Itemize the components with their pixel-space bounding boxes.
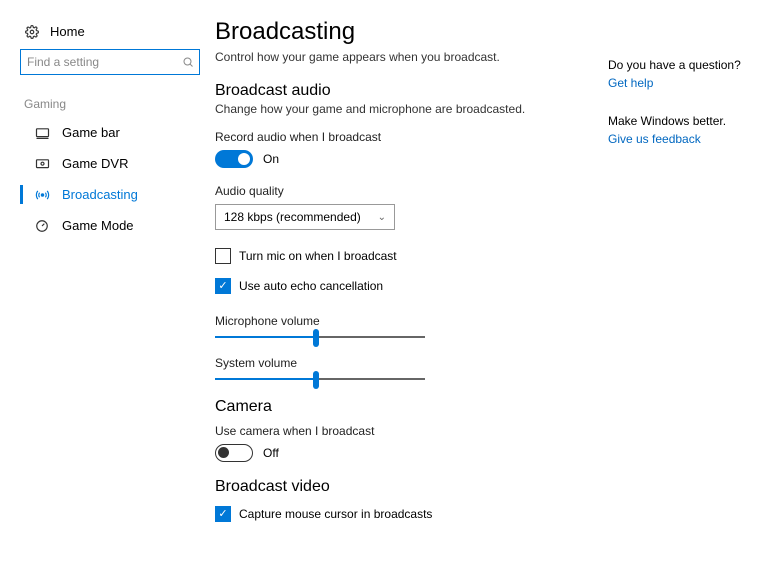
audio-quality-value: 128 kbps (recommended)	[224, 210, 361, 224]
section-label: Gaming	[20, 97, 215, 111]
record-audio-label: Record audio when I broadcast	[215, 130, 594, 144]
sidebar: Home Gaming Game bar Game DVR Broadcas	[20, 18, 215, 536]
page-title: Broadcasting	[215, 18, 594, 46]
get-help-link[interactable]: Get help	[608, 76, 768, 90]
audio-heading: Broadcast audio	[215, 82, 594, 100]
system-volume-slider[interactable]	[215, 378, 425, 380]
nav-label: Game DVR	[62, 156, 128, 171]
video-heading: Broadcast video	[215, 478, 594, 496]
audio-quality-select[interactable]: 128 kbps (recommended) ⌄	[215, 204, 395, 230]
use-camera-label: Use camera when I broadcast	[215, 424, 594, 438]
main-content: Broadcasting Control how your game appea…	[215, 18, 608, 536]
record-audio-state: On	[263, 152, 279, 166]
chevron-down-icon: ⌄	[378, 212, 386, 223]
turn-mic-on-checkbox[interactable]	[215, 248, 231, 264]
right-panel: Do you have a question? Get help Make Wi…	[608, 18, 768, 536]
audio-quality-label: Audio quality	[215, 184, 594, 198]
capture-cursor-label: Capture mouse cursor in broadcasts	[239, 507, 432, 521]
audio-desc: Change how your game and microphone are …	[215, 102, 594, 116]
capture-cursor-checkbox[interactable]	[215, 506, 231, 522]
camera-heading: Camera	[215, 398, 594, 416]
nav-label: Game bar	[62, 125, 120, 140]
sidebar-item-broadcasting[interactable]: Broadcasting	[20, 179, 215, 210]
dvr-icon	[34, 157, 50, 171]
home-link[interactable]: Home	[20, 18, 215, 49]
page-subtitle: Control how your game appears when you b…	[215, 50, 594, 64]
nav-label: Broadcasting	[62, 187, 138, 202]
echo-cancellation-checkbox[interactable]	[215, 278, 231, 294]
mic-volume-slider[interactable]	[215, 336, 425, 338]
monitor-icon	[34, 126, 50, 140]
nav-label: Game Mode	[62, 218, 134, 233]
home-label: Home	[50, 24, 85, 39]
turn-mic-on-label: Turn mic on when I broadcast	[239, 249, 397, 263]
echo-cancellation-label: Use auto echo cancellation	[239, 279, 383, 293]
gear-icon	[24, 25, 40, 39]
use-camera-toggle[interactable]	[215, 444, 253, 462]
search-field[interactable]	[27, 55, 182, 69]
sidebar-item-game-bar[interactable]: Game bar	[20, 117, 215, 148]
better-text: Make Windows better.	[608, 114, 768, 128]
search-input[interactable]	[20, 49, 200, 75]
system-volume-label: System volume	[215, 356, 594, 370]
record-audio-toggle[interactable]	[215, 150, 253, 168]
mic-volume-label: Microphone volume	[215, 314, 594, 328]
gauge-icon	[34, 219, 50, 233]
question-text: Do you have a question?	[608, 58, 768, 72]
broadcast-icon	[34, 188, 50, 202]
search-icon	[182, 56, 194, 68]
use-camera-state: Off	[263, 446, 279, 460]
sidebar-item-game-dvr[interactable]: Game DVR	[20, 148, 215, 179]
feedback-link[interactable]: Give us feedback	[608, 132, 768, 146]
sidebar-item-game-mode[interactable]: Game Mode	[20, 210, 215, 241]
